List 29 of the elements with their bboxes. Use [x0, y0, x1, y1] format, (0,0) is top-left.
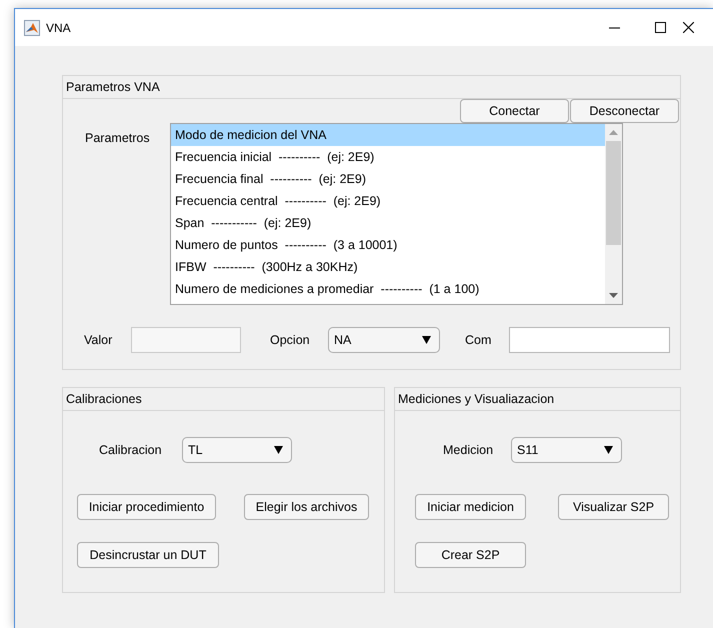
list-item[interactable]: Frecuencia final ---------- (ej: 2E9) — [171, 168, 605, 190]
list-item[interactable]: Numero de mediciones a promediar ---------- (1 a 100) — [171, 278, 605, 300]
dropdown[interactable]: TL — [182, 437, 292, 463]
panel-title: Mediciones y Visualiazacion — [398, 392, 554, 406]
action-button[interactable]: Crear S2P — [415, 542, 526, 568]
disconnect-button[interactable]: Desconectar — [570, 99, 679, 123]
dropdown[interactable]: S11 — [511, 437, 622, 463]
panel-title: Parametros VNA — [66, 80, 160, 94]
action-button[interactable]: Iniciar medicion — [415, 494, 526, 520]
action-button[interactable]: Iniciar procedimiento — [77, 494, 216, 520]
list-item[interactable]: Modo de medicion del VNA — [171, 124, 605, 146]
field-label: Opcion — [270, 333, 311, 347]
action-button[interactable]: Elegir los archivos — [244, 494, 369, 520]
action-button[interactable]: Visualizar S2P — [558, 494, 669, 520]
list-label: Parametros — [84, 130, 151, 147]
dropdown[interactable]: NA — [328, 327, 440, 353]
action-button[interactable]: Desincrustar un DUT — [77, 542, 219, 568]
panel-title: Calibraciones — [66, 392, 142, 406]
field-label: Com — [465, 333, 492, 347]
list-item[interactable]: Span ----------- (ej: 2E9) — [171, 212, 605, 234]
list-item[interactable]: Frecuencia central ---------- (ej: 2E9) — [171, 190, 605, 212]
list-item[interactable]: Numero de puntos ---------- (3 a 10001) — [171, 234, 605, 256]
dropdown-label: Medicion — [443, 443, 494, 457]
field-label: Valor — [84, 333, 114, 347]
connect-button[interactable]: Conectar — [460, 99, 569, 123]
list-item[interactable]: IFBW ---------- (300Hz a 30KHz) — [171, 256, 605, 278]
list-item[interactable]: Frecuencia inicial ---------- (ej: 2E9) — [171, 146, 605, 168]
window-title: VNA — [46, 20, 71, 34]
dropdown-label: Calibracion — [99, 443, 163, 457]
